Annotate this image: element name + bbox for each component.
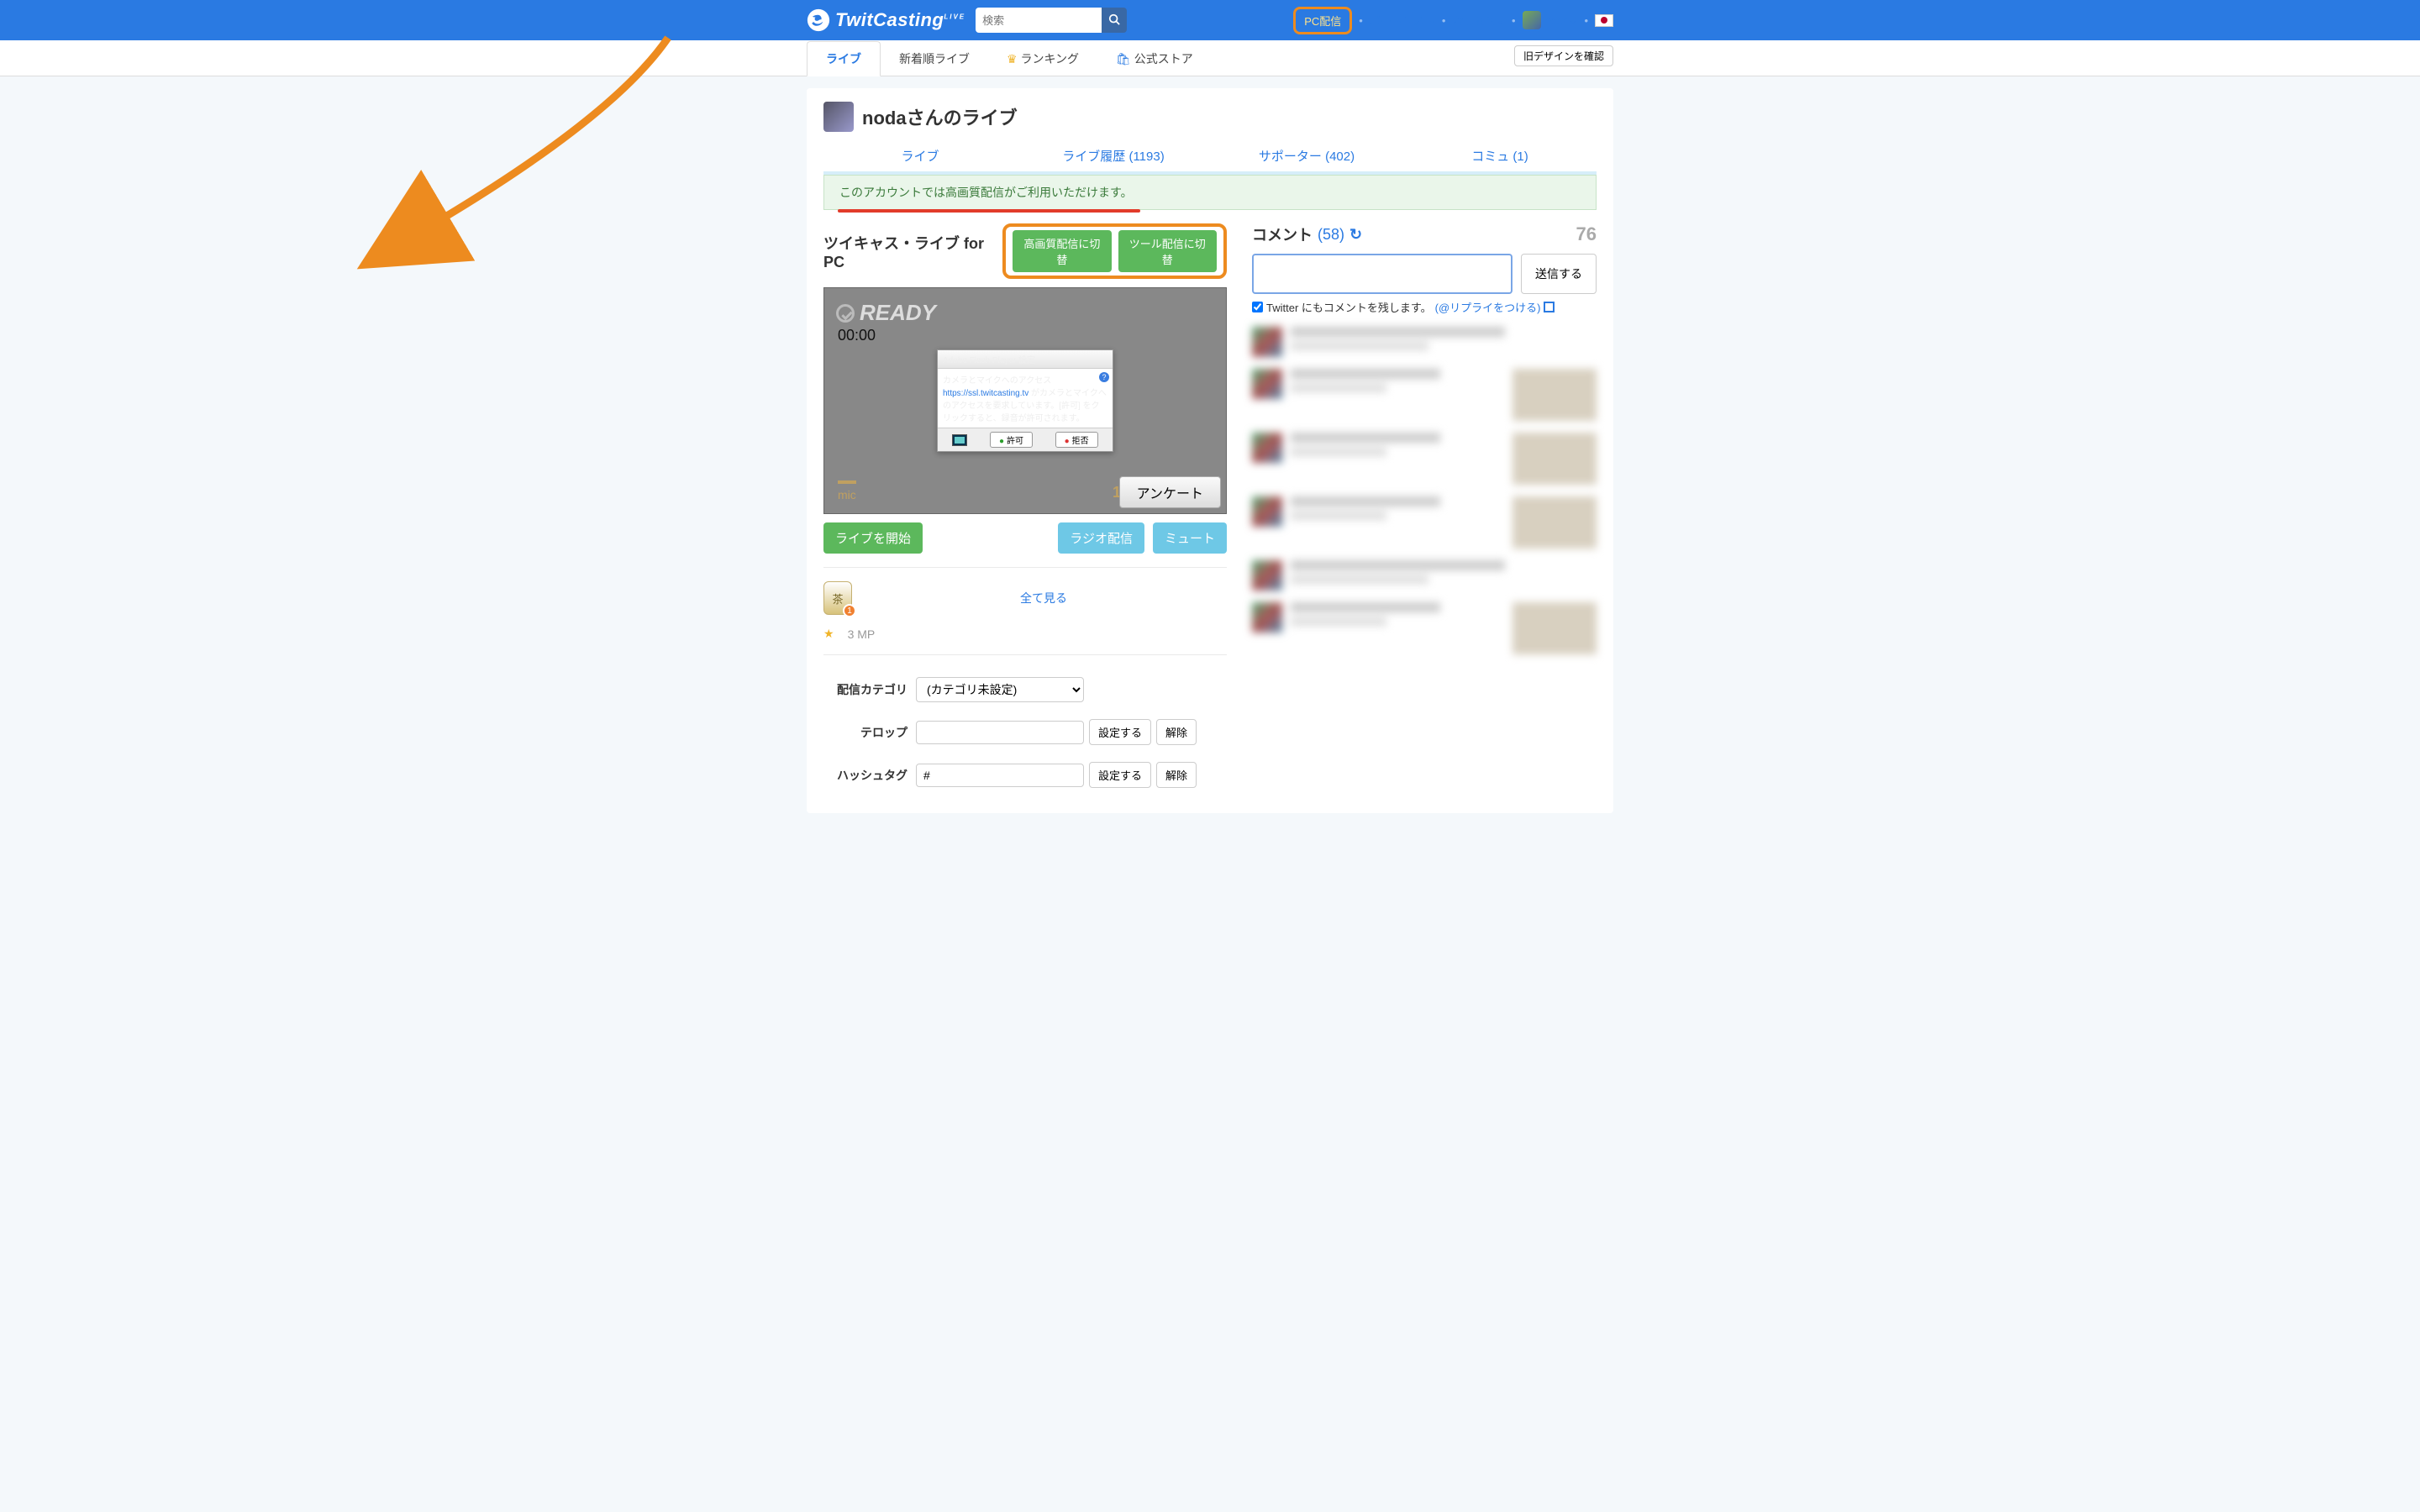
reply-link[interactable]: (@リプライをつける) [1435, 299, 1541, 315]
telop-set-button[interactable]: 設定する [1089, 719, 1151, 745]
avatar [1252, 327, 1282, 357]
avatar [1252, 433, 1282, 463]
telop-clear-button[interactable]: 解除 [1156, 719, 1197, 745]
list-item [1252, 433, 1597, 485]
flash-allow-button[interactable]: 許可 [990, 432, 1033, 448]
help-icon[interactable]: ? [1099, 372, 1109, 382]
flag-jp-icon[interactable] [1595, 14, 1613, 27]
list-item [1252, 560, 1597, 591]
avatar[interactable] [823, 102, 854, 132]
comment-title: コメント [1252, 223, 1313, 245]
search-icon [1108, 13, 1120, 25]
reload-icon[interactable]: ↻ [1349, 226, 1362, 244]
profile-subtabs: ライブ ライブ履歴 (1193) サポーター (402) コミュ (1) [823, 140, 1597, 175]
list-item [1252, 496, 1597, 549]
nav-pc-stream[interactable]: PC配信 [1293, 7, 1352, 34]
tab-live[interactable]: ライブ [807, 41, 881, 76]
thumbnail [1512, 369, 1597, 421]
bird-icon [807, 8, 830, 32]
page-title: nodaさんのライブ [862, 103, 1018, 130]
comment-count: (58) [1318, 226, 1344, 244]
chevron-down-icon: ⌄ [1496, 13, 1505, 27]
flash-dialog-title: Adobe Flash Player 設定 [938, 350, 1113, 369]
subtab-community[interactable]: コミュ (1) [1403, 140, 1597, 171]
comment-input[interactable] [1252, 254, 1512, 294]
tab-store[interactable]: 🛍 公式ストア [1097, 42, 1212, 76]
thumbnail [1512, 602, 1597, 654]
broadcast-panel: ツイキャス・ライブ for PC 高画質配信に切替 ツール配信に切替 READY… [823, 223, 1227, 796]
timer: 00:00 [838, 327, 876, 344]
cart-icon: 🛍 [1116, 52, 1131, 66]
tea-item-icon[interactable]: 1 [823, 581, 852, 615]
chevron-down-icon: ⌄ [1569, 13, 1578, 27]
list-item [1252, 327, 1597, 357]
nav-notice[interactable]: おしらせ ⌄ [1452, 13, 1505, 29]
hashtag-clear-button[interactable]: 解除 [1156, 762, 1197, 788]
broadcast-title: ツイキャス・ライブ for PC [823, 232, 994, 271]
tab-ranking[interactable]: ♛ ランキング [988, 42, 1097, 76]
nav-support-list[interactable]: ポートリスト [1370, 13, 1435, 29]
list-item [1252, 369, 1597, 421]
telop-label: テロップ [823, 724, 916, 741]
twitter-checkbox[interactable] [1252, 302, 1263, 312]
ready-indicator: READY [836, 300, 936, 326]
video-preview: READY 00:00 mic 1.0x アンケート Adobe Flash P… [823, 287, 1227, 514]
hashtag-input[interactable] [916, 764, 1084, 787]
flash-deny-button[interactable]: 拒否 [1055, 432, 1098, 448]
flash-permission-dialog: Adobe Flash Player 設定 ? カメラとマイクへのアクセス ht… [937, 349, 1113, 452]
hq-notice: このアカウントでは高画質配信がご利用いただけます。 [823, 175, 1597, 210]
profile-header: nodaさんのライブ [823, 88, 1597, 140]
nav-user-menu[interactable]: noda ⌄ [1523, 11, 1578, 29]
avatar [1523, 11, 1541, 29]
crown-icon: ♛ [1007, 52, 1018, 66]
radio-stream-button[interactable]: ラジオ配信 [1058, 522, 1144, 554]
start-live-button[interactable]: ライブを開始 [823, 522, 923, 554]
tool-switch-button[interactable]: ツール配信に切替 [1118, 230, 1217, 272]
comment-send-button[interactable]: 送信する [1521, 254, 1597, 294]
viewer-count: 76 [1576, 223, 1597, 245]
avatar [1252, 560, 1282, 591]
list-item [1252, 602, 1597, 654]
check-icon [836, 304, 855, 323]
annotation-switch-box: 高画質配信に切替 ツール配信に切替 [1002, 223, 1227, 279]
survey-button[interactable]: アンケート [1119, 476, 1221, 508]
thumbnail [1512, 433, 1597, 485]
search-button[interactable] [1102, 8, 1127, 33]
comment-panel: コメント (58) ↻ 76 送信する Twitter にもコメントを残します。… [1252, 223, 1597, 796]
hashtag-set-button[interactable]: 設定する [1089, 762, 1151, 788]
mute-button[interactable]: ミュート [1153, 522, 1227, 554]
telop-input[interactable] [916, 721, 1084, 744]
brand-logo[interactable]: TwitCastingLIVE [807, 8, 965, 32]
old-design-button[interactable]: 旧デザインを確認 [1514, 45, 1613, 66]
global-header: TwitCastingLIVE PC配信 • ポートリスト • おしらせ ⌄ •… [0, 0, 2420, 40]
mic-indicator: mic [838, 475, 856, 501]
monitor-icon [952, 434, 967, 446]
thumbnail [1512, 496, 1597, 549]
twitter-note: Twitter にもコメントを残します。 [1266, 299, 1432, 315]
page-content: nodaさんのライブ ライブ ライブ履歴 (1193) サポーター (402) … [807, 88, 1613, 813]
hashtag-label: ハッシュタグ [823, 767, 916, 784]
subtab-history[interactable]: ライブ履歴 (1193) [1017, 140, 1210, 171]
avatar [1252, 369, 1282, 399]
star-icon: ★ [823, 627, 834, 641]
category-label: 配信カテゴリ [823, 681, 916, 698]
hq-switch-button[interactable]: 高画質配信に切替 [1013, 230, 1111, 272]
see-all-link[interactable]: 全て見る [860, 590, 1227, 606]
subtab-supporter[interactable]: サポーター (402) [1210, 140, 1403, 171]
annotation-underline [838, 209, 1140, 213]
avatar [1252, 602, 1282, 633]
popout-icon[interactable] [1544, 302, 1555, 312]
main-tabbar: ライブ 新着順ライブ ♛ ランキング 🛍 公式ストア 旧デザインを確認 [0, 40, 2420, 76]
search-input[interactable] [976, 8, 1102, 33]
search-box [976, 8, 1127, 33]
comment-list [1252, 327, 1597, 654]
tab-newest[interactable]: 新着順ライブ [881, 42, 988, 76]
mp-value: 3 MP [848, 627, 876, 641]
flash-origin-link[interactable]: https://ssl.twitcasting.tv [943, 389, 1028, 398]
category-select[interactable]: (カテゴリ未設定) [916, 677, 1084, 702]
subtab-live[interactable]: ライブ [823, 140, 1017, 171]
avatar [1252, 496, 1282, 527]
